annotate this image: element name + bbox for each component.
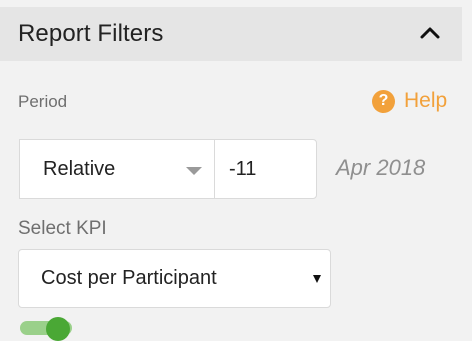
panel-title: Report Filters <box>18 20 164 47</box>
period-mode-value: Relative <box>43 157 116 180</box>
kpi-select[interactable]: Cost per Participant <box>18 249 331 308</box>
help-icon: ? <box>372 89 395 113</box>
kpi-label: Select KPI <box>18 218 107 239</box>
chevron-up-icon[interactable] <box>418 21 442 45</box>
period-date-display: Apr 2018 <box>336 155 426 180</box>
caret-down-icon <box>186 167 202 175</box>
report-filters-header[interactable]: Report Filters <box>0 7 462 61</box>
toggle-knob <box>46 317 70 341</box>
help-link[interactable]: ? Help <box>372 89 447 113</box>
help-label: Help <box>404 89 448 112</box>
dropdown-arrow-icon <box>313 275 321 283</box>
period-label: Period <box>18 92 68 111</box>
toggle-switch[interactable] <box>20 317 72 341</box>
period-offset-input[interactable] <box>214 139 317 199</box>
kpi-select-value: Cost per Participant <box>41 267 217 289</box>
period-mode-select[interactable]: Relative <box>19 139 214 199</box>
